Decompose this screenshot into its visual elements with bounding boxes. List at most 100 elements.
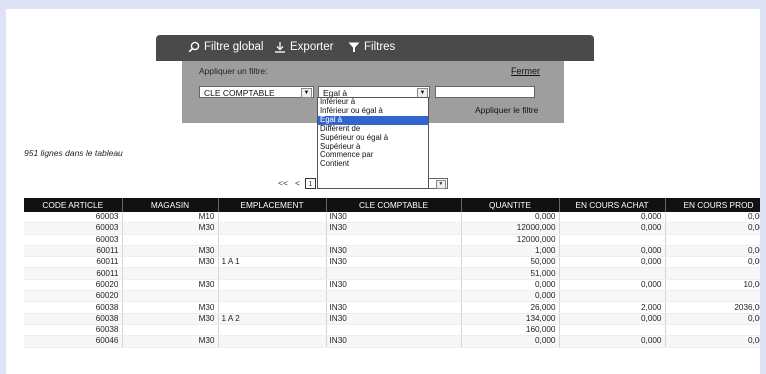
funnel-icon (348, 42, 360, 52)
table-cell: IN30 (326, 313, 462, 325)
table-cell: 12000,000 (461, 234, 560, 246)
close-filter-link[interactable]: Fermer (511, 66, 540, 76)
table-cell: 2,000 (559, 301, 666, 314)
operator-option[interactable]: Contient (318, 159, 428, 169)
column-header[interactable]: CODE ARTICLE (24, 198, 123, 212)
table-cell: IN30 (326, 256, 462, 269)
toolbar: Filtre global Exporter Filtres (156, 35, 594, 61)
export-button[interactable]: Exporter (274, 41, 333, 53)
chevron-down-icon: ▼ (435, 179, 446, 189)
page-number-current[interactable]: 1 (304, 177, 316, 189)
table-row[interactable]: 60003M30IN3012000,0000,0000,000 (24, 222, 760, 235)
table-cell (122, 290, 219, 303)
table-cell: 60003 (24, 234, 123, 246)
table-cell: 0,000 (461, 335, 560, 348)
table-cell: 0,000 (665, 245, 760, 258)
search-icon (188, 41, 200, 53)
prev-page-link[interactable]: < (293, 178, 302, 188)
filters-label: Filtres (364, 41, 396, 53)
row-count-text: 951 lignes dans le tableau (24, 148, 123, 158)
table-cell: 1 A 2 (218, 313, 327, 325)
table-cell: 0,000 (559, 313, 666, 325)
table-cell (326, 234, 462, 246)
table-row[interactable]: 60046M30IN300,0000,0000,000 (24, 335, 760, 348)
table-cell (218, 279, 327, 292)
table-row[interactable]: 60020M30IN300,0000,00010,000 (24, 279, 760, 292)
table-cell: IN30 (326, 222, 462, 235)
table-cell: 60020 (24, 290, 123, 303)
table-cell (218, 290, 327, 303)
column-header[interactable]: MAGASIN (122, 198, 219, 212)
table-cell: IN30 (326, 301, 462, 314)
table-cell: 50,000 (461, 256, 560, 269)
table-cell (559, 234, 666, 246)
table-cell: 0,000 (559, 222, 666, 235)
table-cell: M30 (122, 245, 219, 258)
table-cell (218, 212, 327, 224)
table-cell: IN30 (326, 279, 462, 292)
table-cell: 60011 (24, 267, 123, 280)
table-cell (122, 267, 219, 280)
column-header[interactable]: EMPLACEMENT (218, 198, 327, 212)
table-cell: 0,000 (665, 212, 760, 224)
table-cell: 0,000 (559, 256, 666, 269)
table-row[interactable]: 60003 12000,000 (24, 234, 760, 246)
table-header-row: CODE ARTICLE MAGASIN EMPLACEMENT CLE COM… (24, 198, 760, 212)
table-row[interactable]: 60038 160,000 (24, 324, 760, 337)
column-header[interactable]: QUANTITE (461, 198, 560, 212)
table-cell: IN30 (326, 245, 462, 258)
table-cell: 60003 (24, 222, 123, 235)
table-cell: 60011 (24, 245, 123, 258)
download-icon (275, 42, 285, 53)
table-cell: 60038 (24, 301, 123, 314)
table-cell (326, 324, 462, 337)
field-select[interactable]: CLE COMPTABLE ▼ (199, 86, 314, 98)
table-cell (218, 234, 327, 246)
table-row[interactable]: 60011 51,000 (24, 267, 760, 280)
table-cell (326, 290, 462, 303)
apply-filter-button[interactable]: Appliquer le filtre (475, 105, 538, 115)
column-header[interactable]: EN COURS PROD (665, 198, 760, 212)
table-cell: 0,000 (665, 222, 760, 235)
table-cell: 0,000 (461, 212, 560, 224)
global-filter-label: Filtre global (204, 41, 264, 53)
table-cell: M10 (122, 212, 219, 224)
table-cell: M30 (122, 279, 219, 292)
table-cell (559, 324, 666, 337)
table-row[interactable]: 60011M30IN301,0000,0000,000 (24, 245, 760, 258)
table-cell: 0,000 (559, 279, 666, 292)
page-frame: Filtre global Exporter Filtres Appliquer… (6, 9, 760, 374)
filter-panel-label: Appliquer un filtre: (199, 66, 268, 76)
filter-value-input[interactable] (435, 86, 535, 98)
table-row[interactable]: 60011M301 A 1IN3050,0000,0000,000 (24, 256, 760, 269)
table-row[interactable]: 60020 0,000 (24, 290, 760, 303)
table-cell: M30 (122, 256, 219, 269)
table-cell: 26,000 (461, 301, 560, 314)
column-header[interactable]: EN COURS ACHAT (559, 198, 666, 212)
table-cell: 0,000 (665, 335, 760, 348)
table-cell (218, 301, 327, 314)
table-row[interactable]: 60038M301 A 2IN30134,0000,0000,000 (24, 313, 760, 325)
table-cell: 60046 (24, 335, 123, 348)
table-cell: 160,000 (461, 324, 560, 337)
table-row[interactable]: 60038M30 IN3026,0002,0002036,000 (24, 301, 760, 314)
table-cell: M30 (122, 335, 219, 348)
data-table: CODE ARTICLE MAGASIN EMPLACEMENT CLE COM… (24, 198, 760, 348)
table-cell: 1 A 1 (218, 256, 327, 269)
table-cell (665, 267, 760, 280)
export-label: Exporter (290, 41, 334, 53)
table-cell: 0,000 (461, 290, 560, 303)
filters-button[interactable]: Filtres (348, 41, 395, 53)
table-cell: 10,000 (665, 279, 760, 292)
table-cell (218, 335, 327, 348)
table-cell: 0,000 (665, 313, 760, 325)
first-page-link[interactable]: << (276, 178, 290, 188)
table-cell: 60011 (24, 256, 123, 269)
global-filter-button[interactable]: Filtre global (188, 41, 263, 53)
table-cell: M30 (122, 313, 219, 325)
table-cell (218, 245, 327, 258)
table-row[interactable]: 60003M10IN300,0000,0000,000 (24, 212, 760, 224)
table-cell (665, 324, 760, 337)
column-header[interactable]: CLE COMPTABLE (326, 198, 462, 212)
operator-dropdown-list: Inférieur à Inférieur ou égal à Egal à D… (317, 97, 429, 189)
